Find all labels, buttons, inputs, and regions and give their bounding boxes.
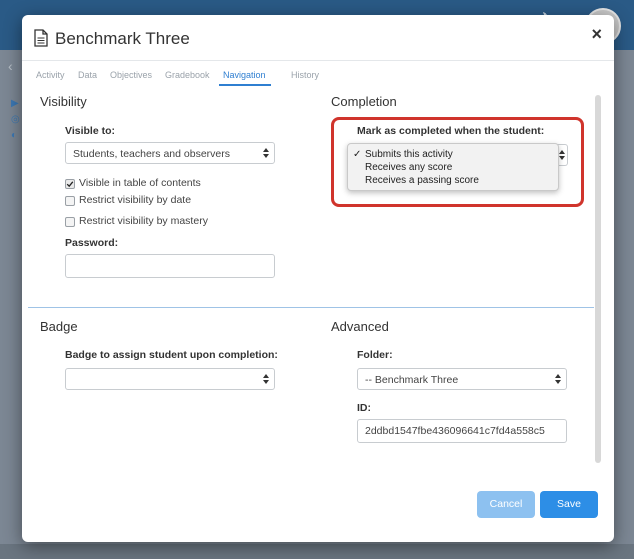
select-caret-icon xyxy=(263,374,269,384)
visible-to-value: Students, teachers and observers xyxy=(73,148,231,160)
password-input[interactable] xyxy=(65,254,275,278)
close-button[interactable]: × xyxy=(591,24,602,45)
visible-to-label: Visible to: xyxy=(65,125,115,137)
annotation-highlight-box xyxy=(331,117,584,207)
id-label: ID: xyxy=(357,402,371,414)
password-label: Password: xyxy=(65,237,119,249)
document-icon xyxy=(34,29,48,47)
save-button[interactable]: Save xyxy=(540,491,598,518)
visibility-heading: Visibility xyxy=(40,94,87,109)
select-caret-icon xyxy=(263,148,269,158)
checkbox[interactable] xyxy=(65,217,75,227)
tab-objectives[interactable]: Objectives xyxy=(110,70,152,80)
select-caret-icon xyxy=(555,374,561,384)
checkbox[interactable] xyxy=(65,179,75,189)
folder-value: -- Benchmark Three xyxy=(365,374,459,386)
modal-header: Benchmark Three × xyxy=(22,15,614,61)
visible-to-select[interactable]: Students, teachers and observers xyxy=(65,142,275,164)
active-tab-indicator xyxy=(219,84,271,86)
badge-assign-label: Badge to assign student upon completion: xyxy=(65,349,278,361)
checkbox-label: Visible in table of contents xyxy=(79,177,201,189)
tab-gradebook[interactable]: Gradebook xyxy=(165,70,210,80)
sidebar-icons: ▶ ◎ ◐ xyxy=(11,98,20,141)
checkmark-icon xyxy=(66,181,74,188)
tab-history[interactable]: History xyxy=(291,70,319,80)
id-field[interactable]: 2ddbd1547fbe436096641c7fd4a558c5 xyxy=(357,419,567,443)
chevron-left-icon[interactable]: ‹ xyxy=(8,58,13,74)
modal-scrollbar[interactable] xyxy=(595,95,601,463)
badge-select[interactable] xyxy=(65,368,275,390)
app-bottom-bar xyxy=(0,544,634,559)
checkbox-label: Restrict visibility by mastery xyxy=(79,215,208,227)
cancel-button[interactable]: Cancel xyxy=(477,491,535,518)
modal-title: Benchmark Three xyxy=(55,29,190,48)
folder-select[interactable]: -- Benchmark Three xyxy=(357,368,567,390)
tab-navigation[interactable]: Navigation xyxy=(223,70,266,80)
badge-heading: Badge xyxy=(40,319,78,334)
checkbox-label: Restrict visibility by date xyxy=(79,194,192,206)
advanced-heading: Advanced xyxy=(331,319,389,334)
tab-activity[interactable]: Activity xyxy=(36,70,65,80)
checkbox[interactable] xyxy=(65,196,75,206)
section-divider xyxy=(28,307,594,308)
completion-heading: Completion xyxy=(331,94,397,109)
activity-settings-modal: Benchmark Three × Activity Data Objectiv… xyxy=(22,15,614,542)
tab-data[interactable]: Data xyxy=(78,70,97,80)
folder-label: Folder: xyxy=(357,349,393,361)
